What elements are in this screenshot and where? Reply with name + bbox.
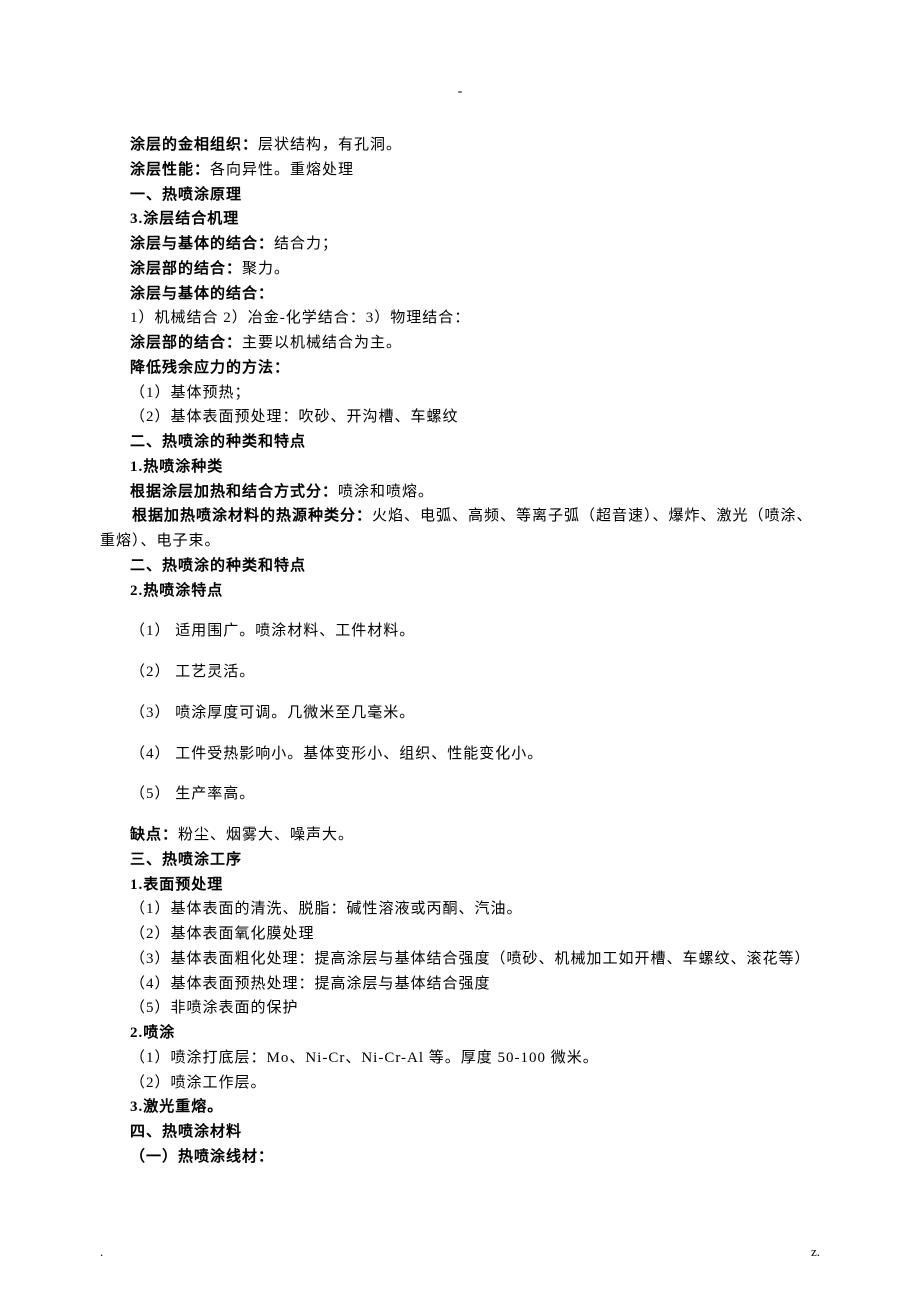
text: 各向异性。重熔处理 [210,162,354,178]
heading: 二、热喷涂的种类和特点 [100,430,820,455]
heading: 降低残余应力的方法： [100,356,820,381]
body-content: 涂层的金相组织：层状结构，有孔洞。 涂层性能：各向异性。重熔处理 一、热喷涂原理… [100,133,820,504]
heading: 1.热喷涂种类 [100,455,820,480]
label: 缺点： [130,827,178,843]
list-item: （5） 生产率高。 [100,782,820,807]
text: 主要以机械结合为主。 [242,335,402,351]
label: 涂层与基体的结合： [130,236,274,252]
body-content-3: 缺点：粉尘、烟雾大、噪声大。 三、热喷涂工序 1.表面预处理 （1）基体表面的清… [100,823,820,947]
text: 粉尘、烟雾大、噪声大。 [178,827,354,843]
line: 缺点：粉尘、烟雾大、噪声大。 [100,823,820,848]
line: 1）机械结合 2）冶金-化学结合：3）物理结合： [100,306,820,331]
label: 根据加热喷涂材料的热源种类分： [132,508,372,524]
document-page: - 涂层的金相组织：层状结构，有孔洞。 涂层性能：各向异性。重熔处理 一、热喷涂… [0,0,920,1302]
line: 涂层部的结合：主要以机械结合为主。 [100,331,820,356]
list-item: （2） 工艺灵活。 [100,660,820,685]
line: （5）非喷涂表面的保护 [100,996,820,1021]
line-wrap: （3）基体表面粗化处理：提高涂层与基体结合强度（喷砂、机械加工如开槽、车螺纹、滚… [100,947,820,972]
heading: 3.涂层结合机理 [100,207,820,232]
heading: 2.喷涂 [100,1021,820,1046]
line: 涂层部的结合：聚力。 [100,257,820,282]
line: （2）基体表面氧化膜处理 [100,922,820,947]
text: 喷涂和喷熔。 [338,484,434,500]
text: 层状结构，有孔洞。 [258,137,402,153]
line: 涂层与基体的结合：结合力； [100,232,820,257]
heading: （一）热喷涂线材： [100,1145,820,1170]
label: 涂层性能： [130,162,210,178]
heading: 三、热喷涂工序 [100,848,820,873]
footer-left: . [100,1241,103,1262]
line: 涂层的金相组织：层状结构，有孔洞。 [100,133,820,158]
list-item: （3） 喷涂厚度可调。几微米至几毫米。 [100,701,820,726]
numbered-list: （1） 适用围广。喷涂材料、工件材料。 （2） 工艺灵活。 （3） 喷涂厚度可调… [100,619,820,807]
line: （1）基体预热； [100,381,820,406]
line: （1）喷涂打底层：Mo、Ni-Cr、Ni-Cr-Al 等。厚度 50-100 微… [100,1046,820,1071]
label: 根据涂层加热和结合方式分： [130,484,338,500]
line-wrap: 根据加热喷涂材料的热源种类分：火焰、电弧、高频、等离子弧（超音速）、爆炸、激光（… [100,504,820,554]
line: （4）基体表面预热处理：提高涂层与基体结合强度 [100,972,820,997]
heading: 四、热喷涂材料 [100,1120,820,1145]
body-content-2: 二、热喷涂的种类和特点 2.热喷涂特点 [100,554,820,604]
list-item: （1） 适用围广。喷涂材料、工件材料。 [100,619,820,644]
heading: 二、热喷涂的种类和特点 [100,554,820,579]
list-item: （4） 工件受热影响小。基体变形小、组织、性能变化小。 [100,742,820,767]
body-content-4: （4）基体表面预热处理：提高涂层与基体结合强度 （5）非喷涂表面的保护 2.喷涂… [100,972,820,1170]
line: （1）基体表面的清洗、脱脂：碱性溶液或丙酮、汽油。 [100,897,820,922]
line: （2）基体表面预处理：吹砂、开沟槽、车螺纹 [100,405,820,430]
label: 涂层部的结合： [130,335,242,351]
heading: 涂层与基体的结合： [100,282,820,307]
line: 根据涂层加热和结合方式分：喷涂和喷熔。 [100,480,820,505]
text: 聚力。 [242,261,290,277]
page-footer: . z. [100,1241,820,1262]
heading: 1.表面预处理 [100,873,820,898]
heading: 一、热喷涂原理 [100,183,820,208]
page-header-mark: - [100,80,820,103]
label: 涂层部的结合： [130,261,242,277]
heading: 2.热喷涂特点 [100,579,820,604]
heading: 3.激光重熔。 [100,1095,820,1120]
text: 结合力； [274,236,338,252]
footer-right: z. [811,1241,820,1262]
line: （2）喷涂工作层。 [100,1071,820,1096]
label: 涂层的金相组织： [130,137,258,153]
line: 涂层性能：各向异性。重熔处理 [100,158,820,183]
